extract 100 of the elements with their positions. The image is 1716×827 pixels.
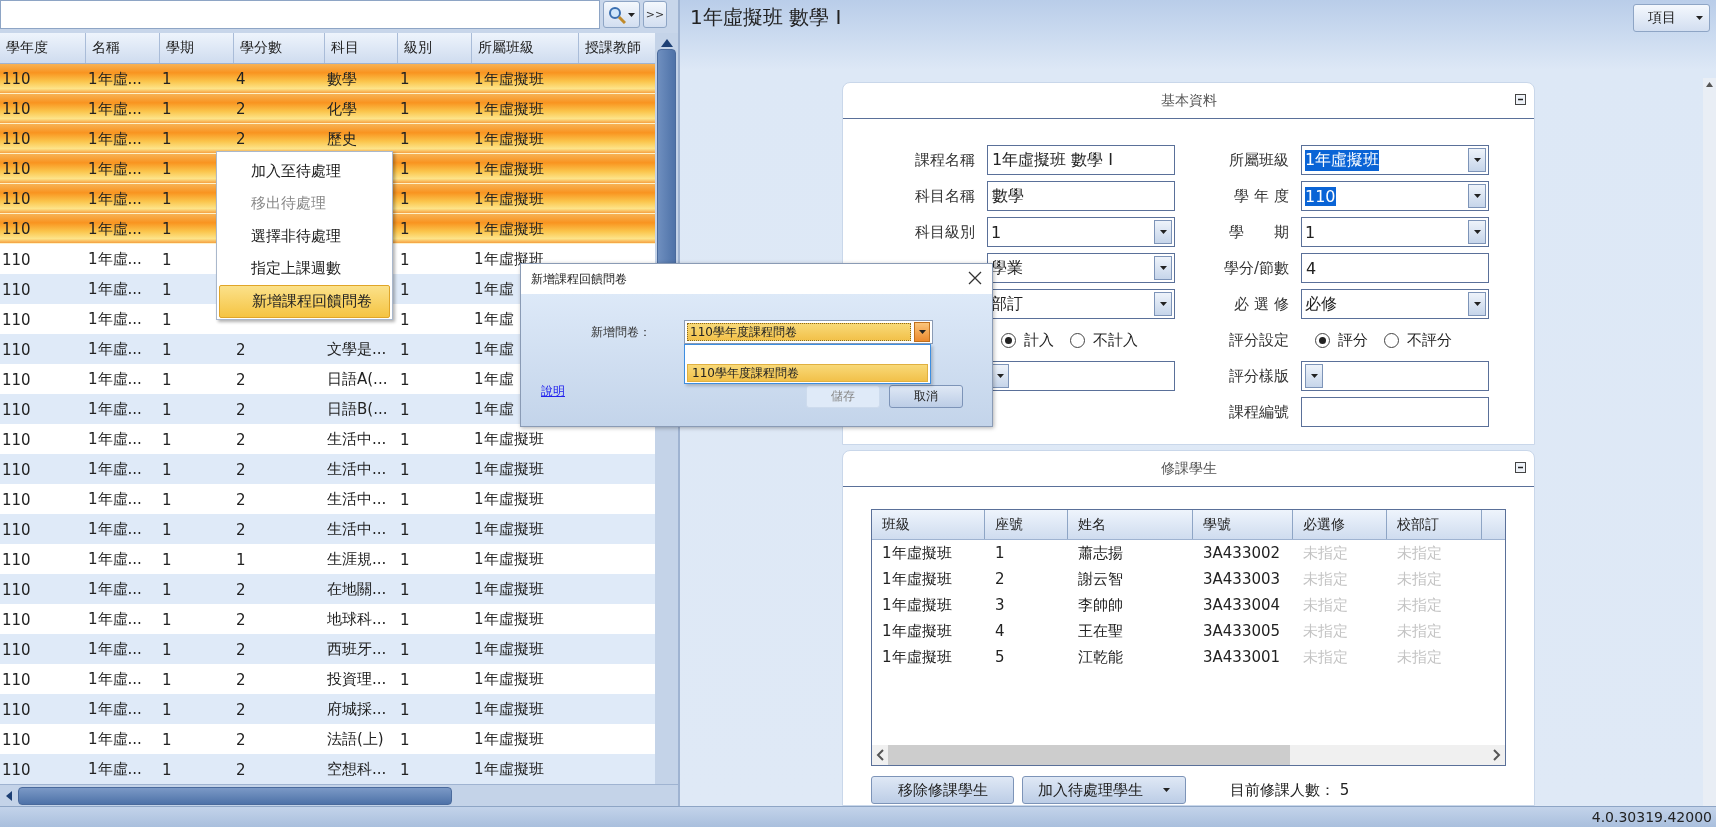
table-cell-text: 2 <box>235 430 246 449</box>
table-cell-text: 2 <box>235 370 246 389</box>
table-cell-text: 生活中... <box>326 430 387 449</box>
table-cell-text: 生活中... <box>326 460 387 479</box>
table-cell-text: 1年虛... <box>87 430 142 449</box>
field-value: 1 <box>991 222 1002 242</box>
table-cell-text: 110 <box>1 250 31 269</box>
table-cell-text: 110 <box>1 460 31 479</box>
radio-label: 評分 <box>1338 330 1368 350</box>
table-cell-text: 1年虛... <box>87 129 142 149</box>
table-cell-text: 2 <box>235 100 246 118</box>
table-cell-text: 1 <box>161 520 172 539</box>
table-cell-text: 110 <box>1 670 31 689</box>
table-cell-text: 1年虛... <box>87 640 142 659</box>
field-value: 必修 <box>1305 293 1337 315</box>
table-cell-text: 1年虛擬班 <box>473 640 544 659</box>
table-cell-text: 1 <box>399 760 410 779</box>
table-cell-text: 1年虛... <box>87 610 142 629</box>
table-cell-text: 2 <box>235 610 246 629</box>
table-cell-text: 110 <box>1 280 31 299</box>
table-cell-text: 110 <box>1 550 31 569</box>
table-cell-text: 1年虛... <box>87 760 142 779</box>
table-cell-text: 1 <box>235 550 246 569</box>
table-cell-text: 投資理... <box>326 670 387 689</box>
table-cell-text: 4 <box>994 622 1006 640</box>
table-cell-text: 1年虛擬班 <box>473 760 544 779</box>
table-cell-text: 110 <box>1 640 31 659</box>
table-cell-text: 1 <box>161 490 172 509</box>
table-cell-text: 110 <box>1 160 31 178</box>
field-label: 科目級別 <box>915 222 975 241</box>
table-cell-text: 1 <box>399 460 410 479</box>
table-cell-text: 1年虛... <box>87 159 142 179</box>
table-cell-text: 1 <box>161 160 172 178</box>
table-cell-text: 1年虛擬班 <box>473 670 544 689</box>
table-cell-text: 1 <box>399 70 410 88</box>
table-cell-text: 2 <box>235 340 246 359</box>
table-cell-text: 1年虛 <box>473 370 514 389</box>
table-cell-text: 1 <box>399 640 410 659</box>
table-cell-text: 未指定 <box>1396 543 1443 563</box>
table-cell-text: 1年虛... <box>87 310 142 329</box>
table-cell-text: 府城採... <box>326 700 387 719</box>
table-cell-text: 日語A(... <box>326 370 388 389</box>
table-cell-text: 1 <box>161 430 172 449</box>
table-cell-text: 1 <box>399 520 410 539</box>
table-cell-text: 2 <box>235 640 246 659</box>
table-cell-text: 1年虛... <box>87 99 142 119</box>
table-cell-text: 1 <box>161 550 172 569</box>
table-cell-text: 生活中... <box>326 490 387 509</box>
table-cell-text: 1 <box>161 730 172 749</box>
field-label: 課程編號 <box>1229 402 1289 421</box>
table-cell-text: 1 <box>399 160 410 178</box>
table-cell-text: 1年虛... <box>87 520 142 539</box>
table-cell-text: 數學 <box>326 69 357 89</box>
table-cell-text: 1 <box>161 460 172 479</box>
table-cell-text: 3 <box>994 596 1006 614</box>
table-cell-text: 1年虛擬班 <box>473 490 544 509</box>
table-cell-text: 2 <box>235 460 246 479</box>
table-cell-text: 3A433003 <box>1202 570 1282 588</box>
table-cell-text: 1年虛擬班 <box>473 550 544 569</box>
table-cell-text: 1 <box>161 280 172 299</box>
table-cell-text: 3A433005 <box>1202 622 1282 640</box>
course-title: 1年虛擬班 數學 I <box>690 4 842 31</box>
table-cell-text: 1 <box>161 640 172 659</box>
table-cell-text: 1年虛... <box>87 490 142 509</box>
radio-label: 不評分 <box>1407 330 1452 350</box>
table-cell-text: 1 <box>161 250 172 269</box>
table-cell-text: 1年虛擬班 <box>473 129 544 149</box>
table-cell-text: 1 <box>161 190 172 208</box>
table-cell-text: 地球科... <box>326 610 387 629</box>
table-cell-text: 1年虛... <box>87 460 142 479</box>
table-cell-text: 1年虛... <box>87 69 142 89</box>
field-label: 科目名稱 <box>915 186 975 205</box>
table-cell-text: 110 <box>1 490 31 509</box>
table-cell-text: 1年虛擬班 <box>473 189 544 209</box>
table-cell-text: 1年虛 <box>473 400 514 419</box>
field-value: 110 <box>1305 186 1336 206</box>
table-cell-text: 在地關... <box>326 580 387 599</box>
table-cell-text: 2 <box>235 130 246 148</box>
table-cell-text: 未指定 <box>1396 621 1443 641</box>
table-cell-text: 1年虛擬班 <box>473 159 544 179</box>
table-cell-text: 3A433002 <box>1202 544 1282 562</box>
table-cell-text: 110 <box>1 220 31 238</box>
table-cell-text: 1 <box>399 190 410 208</box>
table-cell-text: 歷史 <box>326 129 357 149</box>
table-cell-text: 110 <box>1 370 31 389</box>
table-cell-text: 西班牙... <box>326 640 387 659</box>
table-cell-text: 1 <box>399 310 410 329</box>
panel-title: 修課學生 <box>1160 459 1217 478</box>
table-cell-text: 1年虛擬班 <box>473 430 544 449</box>
table-cell-text: 1年虛擬班 <box>881 595 953 615</box>
table-cell-text: 1 <box>399 610 410 629</box>
field-label: 必 選 修 <box>1234 294 1289 313</box>
table-cell-text: 1年虛擬班 <box>473 610 544 629</box>
table-cell-text: 1 <box>161 220 172 238</box>
panel-title: 基本資料 <box>1160 91 1217 110</box>
table-cell-text: 未指定 <box>1302 569 1349 589</box>
table-cell-text: 1 <box>399 370 410 389</box>
table-cell-text: 未指定 <box>1302 621 1349 641</box>
table-cell-text: 1 <box>161 700 172 719</box>
field-value: 1年虛擬班 <box>1305 149 1380 171</box>
